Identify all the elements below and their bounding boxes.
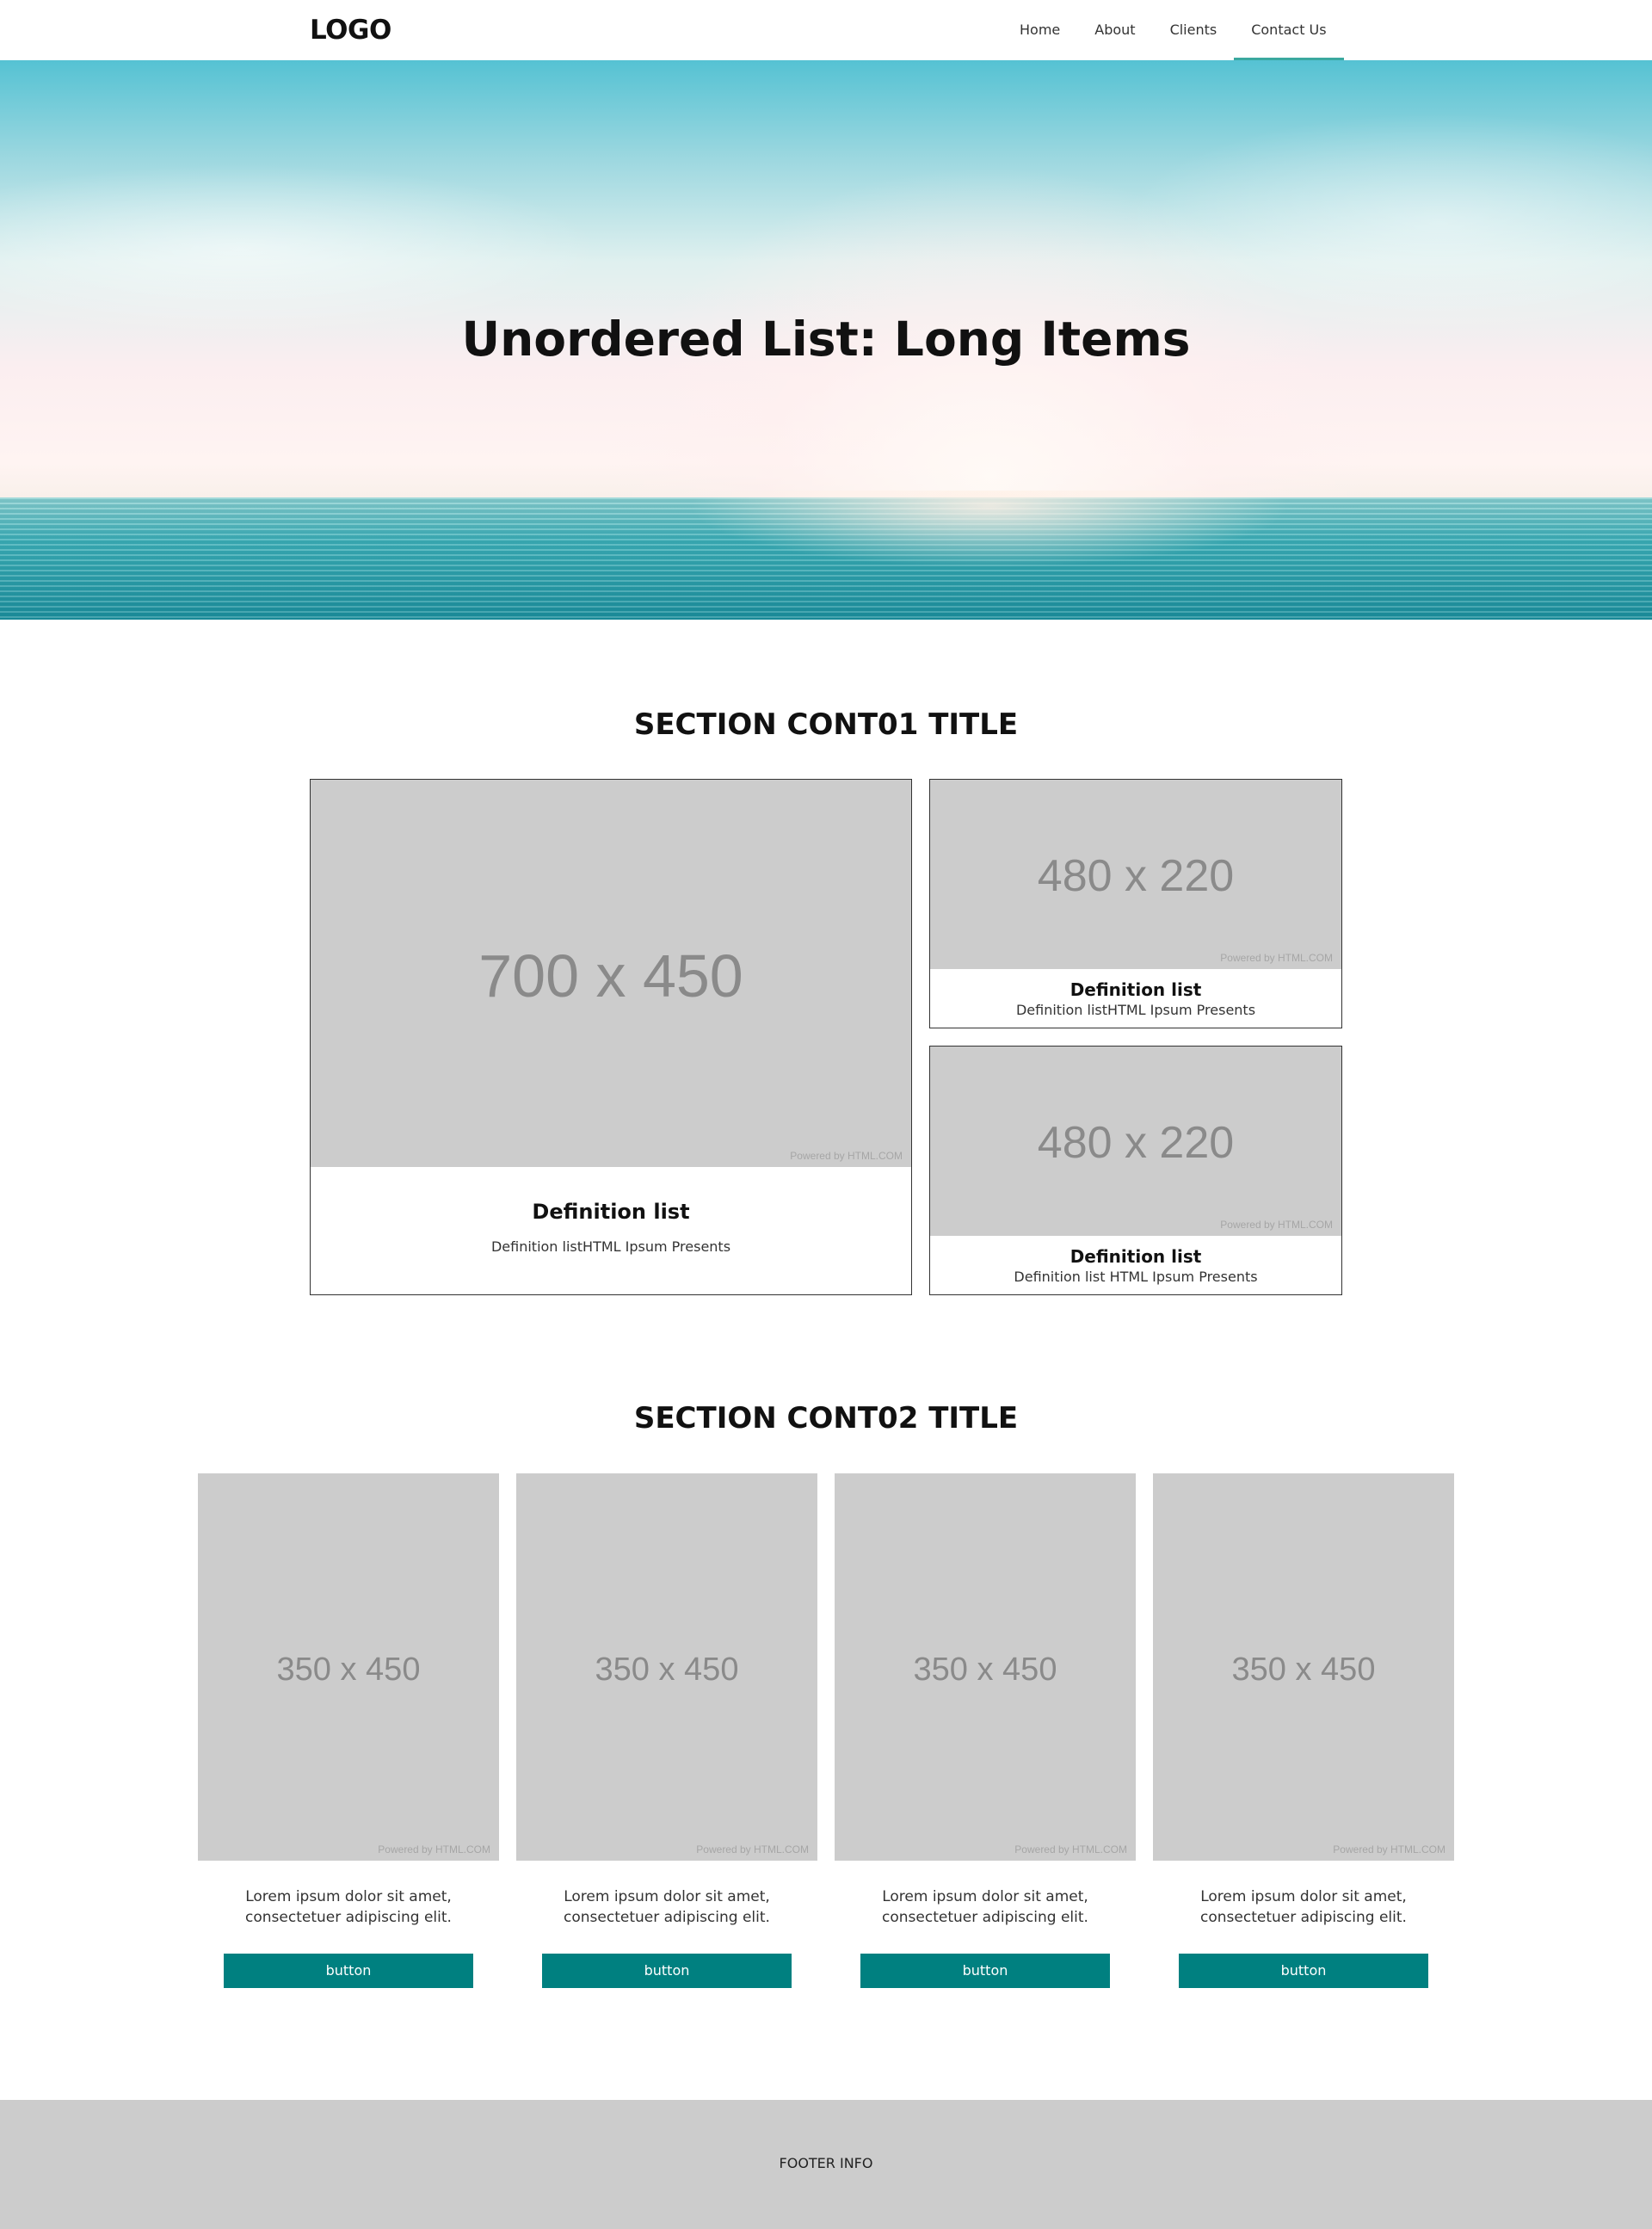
item-button[interactable]: button — [1179, 1954, 1428, 1988]
placeholder-credit: Powered by HTML.COM — [1014, 1843, 1127, 1855]
placeholder-credit: Powered by HTML.COM — [790, 1150, 903, 1162]
card-title: Definition list — [1069, 1246, 1202, 1267]
placeholder-label: 350 x 450 — [1231, 1652, 1376, 1688]
item-description: Lorem ipsum dolor sit amet, consectetuer… — [1153, 1886, 1454, 1928]
site-header: LOGO Home About Clients Contact Us — [0, 0, 1652, 60]
nav-contact-us[interactable]: Contact Us — [1234, 0, 1344, 60]
hero-cloud — [0, 164, 602, 336]
placeholder-credit: Powered by HTML.COM — [378, 1843, 490, 1855]
nav-about[interactable]: About — [1077, 0, 1152, 60]
placeholder-image: 350 x 450 Powered by HTML.COM — [1153, 1473, 1454, 1861]
placeholder-credit: Powered by HTML.COM — [1333, 1843, 1446, 1855]
placeholder-label: 480 x 220 — [1037, 1118, 1235, 1168]
item-description: Lorem ipsum dolor sit amet, consectetuer… — [198, 1886, 499, 1928]
placeholder-label: 700 x 450 — [478, 942, 743, 1010]
placeholder-image: 350 x 450 Powered by HTML.COM — [198, 1473, 499, 1861]
nav-clients[interactable]: Clients — [1153, 0, 1235, 60]
cont01-card-small[interactable]: 480 x 220 Powered by HTML.COM Definition… — [929, 779, 1342, 1028]
item-description-line: consectetuer adipiscing elit. — [882, 1909, 1088, 1926]
placeholder-image: 350 x 450 Powered by HTML.COM — [835, 1473, 1136, 1861]
nav-home[interactable]: Home — [1002, 0, 1077, 60]
logo[interactable]: LOGO — [310, 15, 391, 46]
item-description-line: consectetuer adipiscing elit. — [1200, 1909, 1407, 1926]
item-description: Lorem ipsum dolor sit amet, consectetuer… — [516, 1886, 817, 1928]
cont01-card-small[interactable]: 480 x 220 Powered by HTML.COM Definition… — [929, 1046, 1342, 1295]
card-description: Definition listHTML Ipsum Presents — [490, 1238, 731, 1255]
placeholder-label: 350 x 450 — [276, 1652, 421, 1688]
card-description: Definition listHTML Ipsum Presents — [1015, 1002, 1256, 1018]
placeholder-image: 700 x 450 Powered by HTML.COM — [311, 780, 911, 1167]
hero-banner: Unordered List: Long Items — [0, 60, 1652, 620]
main-nav: Home About Clients Contact Us — [1002, 0, 1344, 60]
item-button[interactable]: button — [542, 1954, 792, 1988]
site-footer: FOOTER INFO — [0, 2100, 1652, 2229]
placeholder-credit: Powered by HTML.COM — [1220, 952, 1333, 964]
item-description-line: Lorem ipsum dolor sit amet, — [245, 1888, 452, 1905]
cont01-title: SECTION CONT01 TITLE — [633, 707, 1019, 742]
item-description-line: consectetuer adipiscing elit. — [245, 1909, 452, 1926]
cont01-card-large[interactable]: 700 x 450 Powered by HTML.COM Definition… — [310, 779, 912, 1295]
placeholder-image: 480 x 220 Powered by HTML.COM — [930, 1047, 1341, 1236]
placeholder-label: 480 x 220 — [1037, 851, 1235, 901]
card-title: Definition list — [1069, 979, 1202, 1000]
cont02-title: SECTION CONT02 TITLE — [633, 1401, 1019, 1436]
item-description: Lorem ipsum dolor sit amet, consectetuer… — [835, 1886, 1136, 1928]
placeholder-label: 350 x 450 — [913, 1652, 1057, 1688]
placeholder-credit: Powered by HTML.COM — [1220, 1219, 1333, 1231]
item-button[interactable]: button — [224, 1954, 473, 1988]
hero-title: Unordered List: Long Items — [461, 312, 1191, 367]
footer-info: FOOTER INFO — [779, 2155, 873, 2171]
card-description: Definition list HTML Ipsum Presents — [1014, 1269, 1258, 1285]
hero-sea-glow — [688, 491, 1291, 568]
placeholder-credit: Powered by HTML.COM — [696, 1843, 809, 1855]
placeholder-label: 350 x 450 — [595, 1652, 739, 1688]
placeholder-image: 480 x 220 Powered by HTML.COM — [930, 780, 1341, 969]
item-description-line: Lorem ipsum dolor sit amet, — [882, 1888, 1088, 1905]
item-description-line: Lorem ipsum dolor sit amet, — [564, 1888, 770, 1905]
item-description-line: Lorem ipsum dolor sit amet, — [1200, 1888, 1407, 1905]
item-button[interactable]: button — [860, 1954, 1110, 1988]
item-description-line: consectetuer adipiscing elit. — [564, 1909, 770, 1926]
card-title: Definition list — [532, 1200, 690, 1224]
placeholder-image: 350 x 450 Powered by HTML.COM — [516, 1473, 817, 1861]
